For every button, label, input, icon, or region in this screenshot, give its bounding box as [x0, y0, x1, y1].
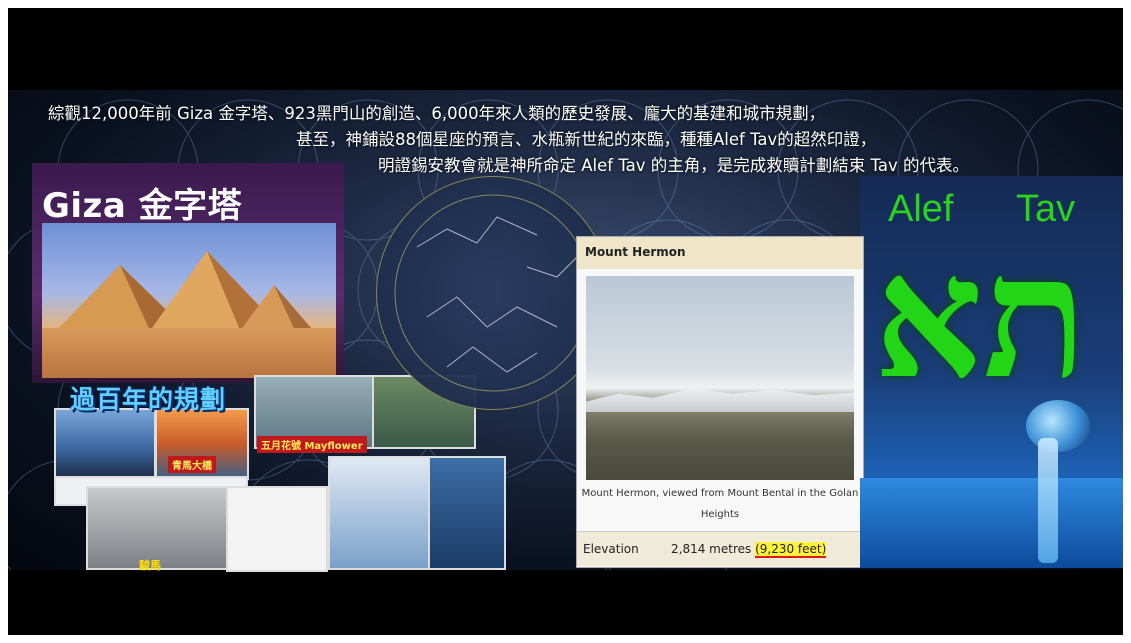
water-background: [860, 478, 1123, 568]
mount-hermon-infobox: Mount Hermon Mount Hermon, viewed from M…: [576, 236, 864, 568]
giza-title: Giza 金字塔: [42, 186, 243, 226]
mount-hermon-photo: [586, 276, 854, 480]
mtr-network-thumbnail: [328, 456, 432, 570]
constellation-zodiac-map: [376, 176, 610, 410]
elevation-feet-highlight: (9,230 feet): [755, 542, 827, 558]
headline-line-1: 綜觀12,000年前 Giza 金字塔、923黑門山的創造、6,000年來人類的…: [48, 104, 826, 123]
snow-ridge: [586, 388, 854, 412]
horse-label: 駿馬: [139, 559, 161, 572]
pyramids-photo: [42, 223, 336, 378]
elevation-row: Elevation 2,814 metres (9,230 feet): [577, 531, 863, 566]
elevation-metres: 2,814 metres: [671, 542, 752, 556]
infobox-title: Mount Hermon: [585, 245, 686, 259]
centennial-title: 過百年的規劃: [70, 385, 227, 414]
desert-ground: [42, 328, 336, 378]
water-stream: [1038, 438, 1058, 563]
infobox-caption: Mount Hermon, viewed from Mount Bental i…: [581, 488, 859, 520]
hebrew-alef-tav-letters: תא: [874, 217, 1087, 417]
headline-line-3: 明證錫安教會就是神所命定 Alef Tav 的主角，是完成救贖計劃結束 Tav …: [378, 156, 970, 175]
dna-thumbnail: [428, 456, 506, 570]
golden-gate-thumbnail: [54, 408, 156, 480]
mayflower-label: 五月花號 Mayflower: [257, 436, 367, 453]
bridge-label: 青馬大橋: [168, 456, 216, 473]
city-map-thumbnail: [226, 486, 328, 572]
elevation-label: Elevation: [583, 542, 639, 556]
slide-frame: 綜觀12,000年前 Giza 金字塔、923黑門山的創造、6,000年來人類的…: [8, 8, 1123, 635]
elevation-value: 2,814 metres (9,230 feet): [671, 542, 827, 558]
constellation-lines: [394, 194, 592, 392]
headline-line-2: 甚至，神鋪設88個星座的預言、水瓶新世紀的來臨，種種Alef Tav的超然印證，: [296, 130, 877, 149]
aquarius-urn-icon: [1026, 400, 1090, 452]
